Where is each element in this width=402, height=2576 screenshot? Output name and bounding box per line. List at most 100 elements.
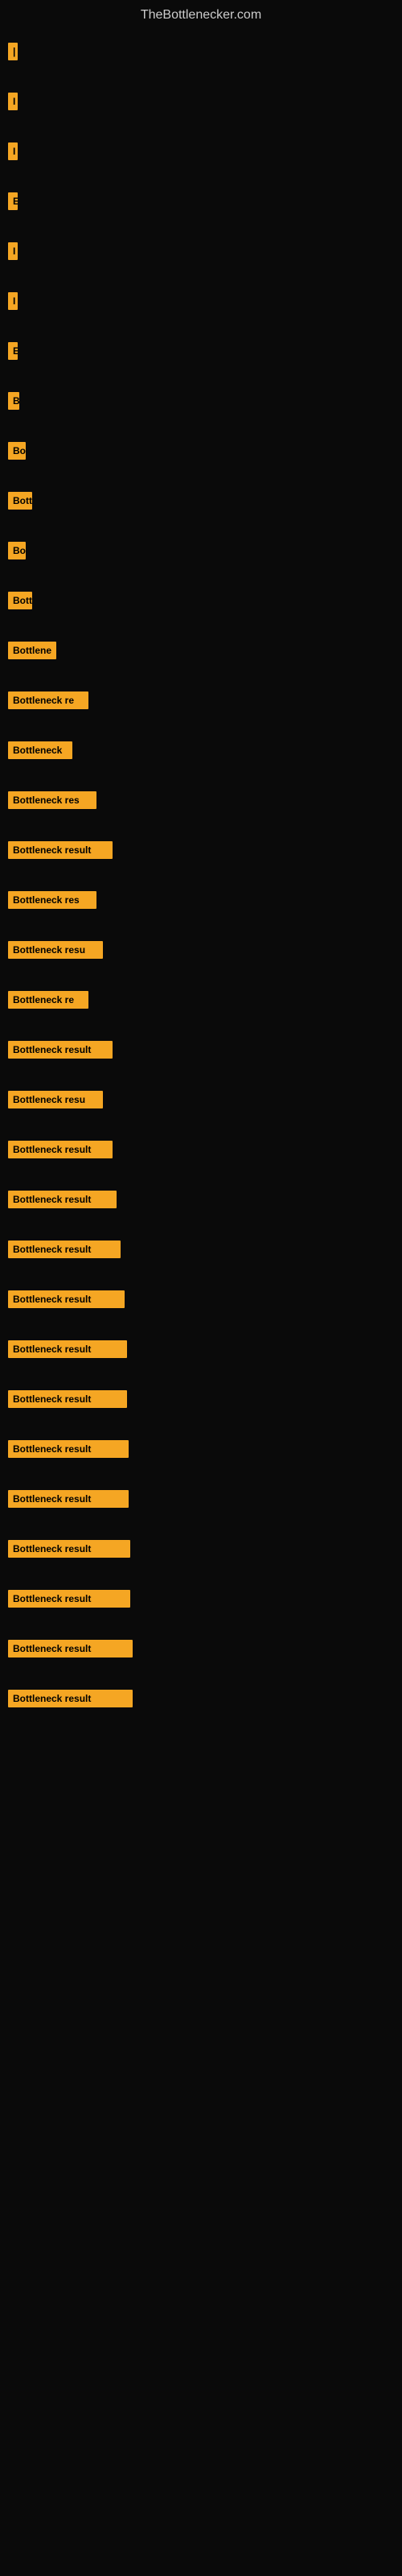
bar-label: Bottleneck result bbox=[8, 1440, 129, 1458]
list-item: Bottleneck resu bbox=[8, 1091, 394, 1108]
list-item: E bbox=[8, 342, 394, 360]
row-spacer bbox=[8, 1310, 394, 1340]
bar-label: B bbox=[8, 392, 19, 410]
bar-label: Bottleneck result bbox=[8, 1540, 130, 1558]
bar-label: Bottleneck result bbox=[8, 1640, 133, 1657]
list-item: Bottleneck result bbox=[8, 1340, 394, 1358]
row-spacer bbox=[8, 312, 394, 342]
list-item: B bbox=[8, 392, 394, 410]
list-item: Bottleneck re bbox=[8, 991, 394, 1009]
bar-label: E bbox=[8, 192, 18, 210]
bar-label: | bbox=[8, 43, 18, 60]
row-spacer bbox=[8, 661, 394, 691]
row-spacer bbox=[8, 1410, 394, 1440]
list-item: Bottleneck result bbox=[8, 1041, 394, 1059]
row-spacer bbox=[8, 1160, 394, 1191]
row-spacer bbox=[8, 212, 394, 242]
bar-label: Bottleneck resu bbox=[8, 941, 103, 959]
row-spacer bbox=[8, 811, 394, 841]
list-item: Bottleneck bbox=[8, 741, 394, 759]
row-spacer bbox=[8, 162, 394, 192]
bar-label: Bottleneck result bbox=[8, 841, 113, 859]
row-spacer bbox=[8, 1509, 394, 1540]
list-item: Bottleneck result bbox=[8, 1540, 394, 1558]
row-spacer bbox=[8, 1210, 394, 1241]
bar-label: I bbox=[8, 93, 18, 110]
list-item: Bottleneck result bbox=[8, 1490, 394, 1508]
bar-label: Bottleneck result bbox=[8, 1590, 130, 1608]
bar-label: Bottlene bbox=[8, 642, 56, 659]
row-spacer bbox=[8, 1060, 394, 1091]
row-spacer bbox=[8, 1559, 394, 1590]
row-spacer bbox=[8, 112, 394, 142]
row-spacer bbox=[8, 62, 394, 93]
list-item: Bottleneck result bbox=[8, 1590, 394, 1608]
row-spacer bbox=[8, 262, 394, 292]
row-spacer bbox=[8, 1260, 394, 1290]
list-item: Bottleneck result bbox=[8, 1141, 394, 1158]
bar-label: E bbox=[8, 342, 18, 360]
bar-label: Bottleneck result bbox=[8, 1241, 121, 1258]
list-item: Bottleneck result bbox=[8, 1690, 394, 1707]
list-item: Bo bbox=[8, 442, 394, 460]
row-spacer bbox=[8, 761, 394, 791]
bar-label: Bottleneck res bbox=[8, 791, 96, 809]
list-item: Bottleneck result bbox=[8, 841, 394, 859]
list-item: Bott bbox=[8, 492, 394, 510]
bar-label: Bottleneck result bbox=[8, 1290, 125, 1308]
list-item: Bottleneck res bbox=[8, 791, 394, 809]
list-item: Bottleneck result bbox=[8, 1191, 394, 1208]
bar-label: Bo bbox=[8, 542, 26, 559]
row-spacer bbox=[8, 960, 394, 991]
list-item: Bottleneck result bbox=[8, 1440, 394, 1458]
list-item: I bbox=[8, 242, 394, 260]
row-spacer bbox=[8, 1110, 394, 1141]
list-item: Bo bbox=[8, 542, 394, 559]
list-item: Bottlene bbox=[8, 642, 394, 659]
bar-label: I bbox=[8, 242, 18, 260]
row-spacer bbox=[8, 511, 394, 542]
list-item: | bbox=[8, 43, 394, 60]
list-item: Bott bbox=[8, 592, 394, 609]
list-item: Bottleneck res bbox=[8, 891, 394, 909]
list-item: Bottleneck result bbox=[8, 1640, 394, 1657]
row-spacer bbox=[8, 861, 394, 891]
bar-label: Bottleneck resu bbox=[8, 1091, 103, 1108]
bar-label: Bottleneck re bbox=[8, 691, 88, 709]
row-spacer bbox=[8, 1459, 394, 1490]
row-spacer bbox=[8, 711, 394, 741]
row-spacer bbox=[8, 411, 394, 442]
row-spacer bbox=[8, 1609, 394, 1640]
bar-label: Bottleneck result bbox=[8, 1690, 133, 1707]
bar-label: Bottleneck result bbox=[8, 1490, 129, 1508]
row-spacer bbox=[8, 361, 394, 392]
row-spacer bbox=[8, 561, 394, 592]
list-item: E bbox=[8, 192, 394, 210]
list-item: Bottleneck result bbox=[8, 1290, 394, 1308]
bar-label: Bott bbox=[8, 492, 32, 510]
row-spacer bbox=[8, 910, 394, 941]
list-item: Bottleneck re bbox=[8, 691, 394, 709]
row-spacer bbox=[8, 1010, 394, 1041]
rows-container: | I I E I I E B Bo Bott Bo Bott Bottlene Bottleneck r… bbox=[0, 27, 402, 1725]
row-spacer bbox=[8, 1659, 394, 1690]
bar-label: Bo bbox=[8, 442, 26, 460]
list-item: I bbox=[8, 93, 394, 110]
bar-label: Bottleneck result bbox=[8, 1390, 127, 1408]
bar-label: I bbox=[8, 142, 18, 160]
bar-label: Bottleneck bbox=[8, 741, 72, 759]
bar-label: Bottleneck result bbox=[8, 1041, 113, 1059]
bar-label: I bbox=[8, 292, 18, 310]
list-item: Bottleneck resu bbox=[8, 941, 394, 959]
bar-label: Bott bbox=[8, 592, 32, 609]
list-item: Bottleneck result bbox=[8, 1390, 394, 1408]
list-item: Bottleneck result bbox=[8, 1241, 394, 1258]
list-item: I bbox=[8, 142, 394, 160]
list-item: I bbox=[8, 292, 394, 310]
bar-label: Bottleneck re bbox=[8, 991, 88, 1009]
site-title: TheBottlenecker.com bbox=[0, 0, 402, 27]
row-spacer bbox=[8, 611, 394, 642]
bar-label: Bottleneck res bbox=[8, 891, 96, 909]
bar-label: Bottleneck result bbox=[8, 1340, 127, 1358]
bar-label: Bottleneck result bbox=[8, 1191, 117, 1208]
